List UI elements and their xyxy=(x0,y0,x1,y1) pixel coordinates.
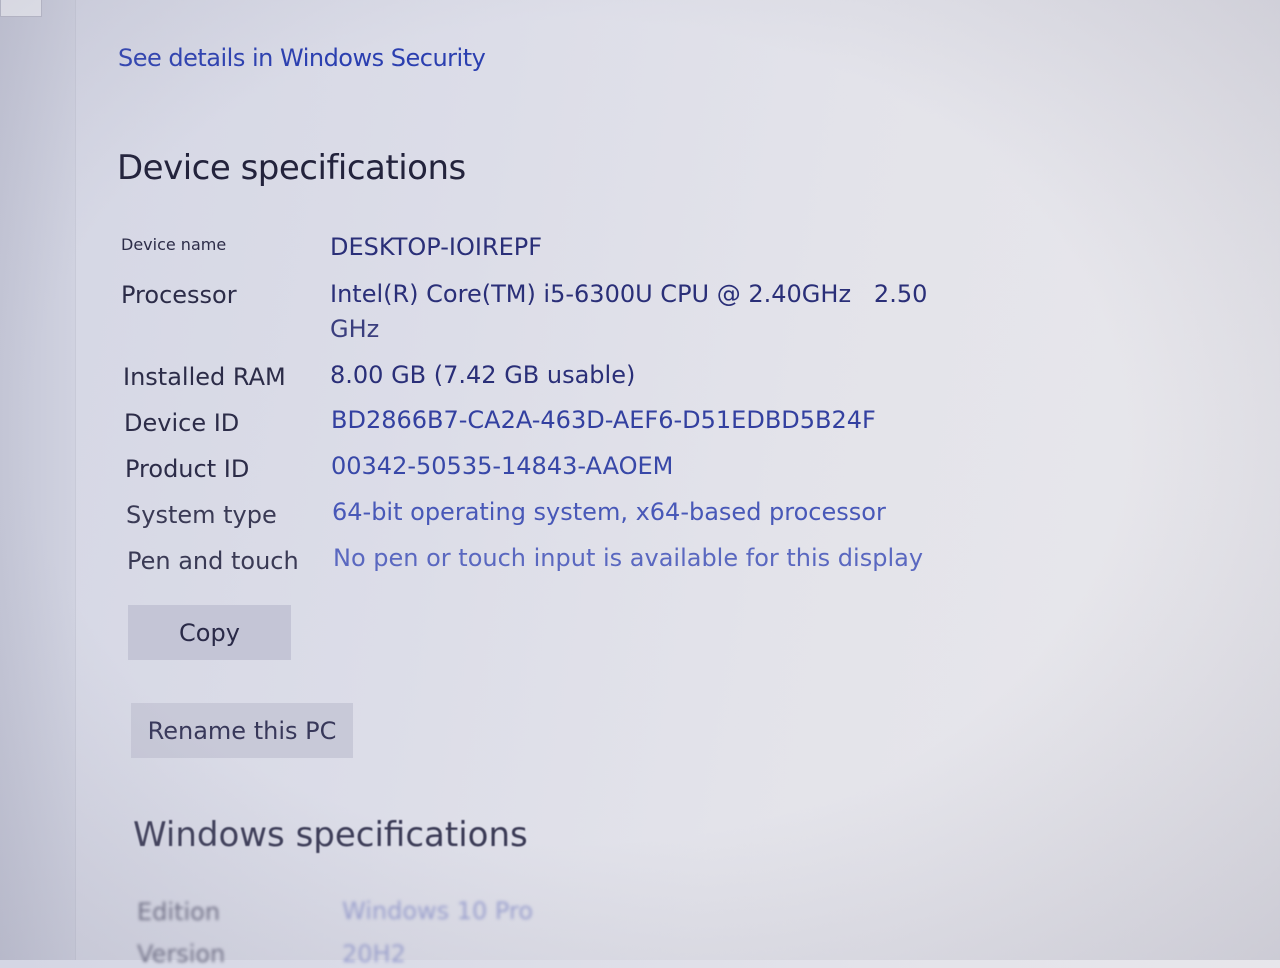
device-name-value: DESKTOP-IOIREPF xyxy=(330,233,543,261)
navigation-pane-edge xyxy=(0,0,76,960)
processor-label: Processor xyxy=(121,281,237,309)
processor-value: Intel(R) Core(TM) i5-6300U CPU @ 2.40GHz… xyxy=(330,280,928,308)
device-id-value: BD2866B7-CA2A-463D-AEF6-D51EDBD5B24F xyxy=(331,406,876,434)
windows-specifications-heading: Windows specifications xyxy=(133,815,528,855)
device-name-label: Device name xyxy=(121,235,227,254)
pen-touch-label: Pen and touch xyxy=(127,547,299,575)
product-id-label: Product ID xyxy=(125,455,250,483)
copy-button[interactable]: Copy xyxy=(128,605,291,660)
system-type-label: System type xyxy=(126,501,277,529)
version-value: 20H2 xyxy=(342,940,406,968)
device-specifications-heading: Device specifications xyxy=(117,148,466,188)
product-id-value: 00342-50535-14843-AAOEM xyxy=(331,452,674,480)
processor-value-cont: GHz xyxy=(330,315,380,343)
device-id-label: Device ID xyxy=(124,409,240,437)
edition-label: Edition xyxy=(137,898,221,926)
installed-ram-value: 8.00 GB (7.42 GB usable) xyxy=(330,361,636,389)
window-corner xyxy=(0,0,42,17)
rename-pc-button[interactable]: Rename this PC xyxy=(131,703,353,758)
edition-value: Windows 10 Pro xyxy=(342,897,534,925)
version-label: Version xyxy=(137,940,226,968)
pen-touch-value: No pen or touch input is available for t… xyxy=(333,544,924,572)
windows-security-link[interactable]: See details in Windows Security xyxy=(118,44,486,72)
installed-ram-label: Installed RAM xyxy=(123,363,286,391)
system-type-value: 64-bit operating system, x64-based proce… xyxy=(332,498,886,526)
